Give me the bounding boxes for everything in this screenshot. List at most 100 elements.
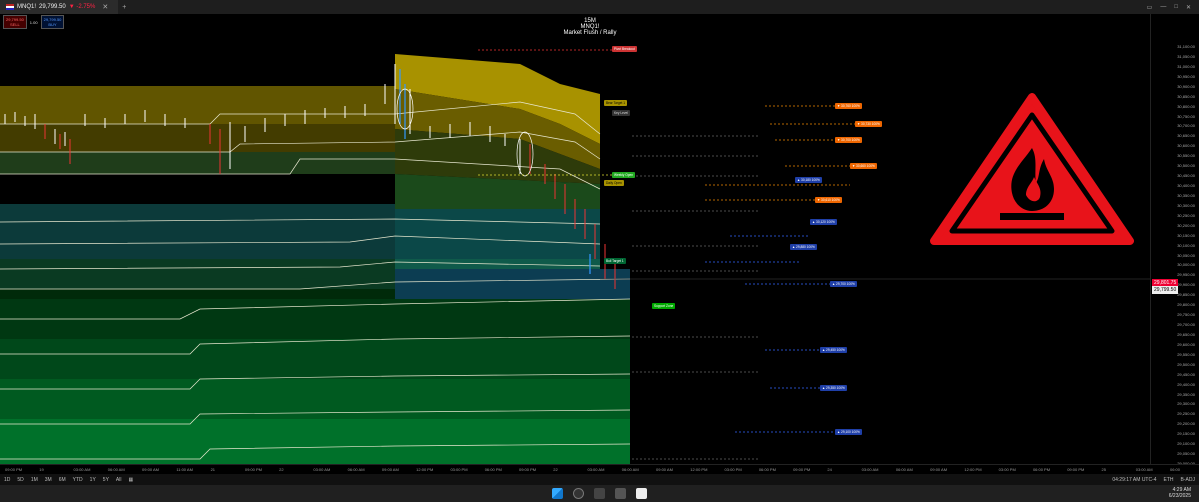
price-tick-label: 29,700.00 [1177, 322, 1195, 327]
bottom-toolbar: 1D 5D 1M 3M 6M YTD 1Y 5Y All ▦ 04:29:17 … [0, 474, 1199, 485]
chart-tab[interactable]: MNQ1! 29,799.50 ▼ -2.75% ✕ [0, 0, 119, 14]
time-tick-label: 09:00 AM [656, 467, 673, 472]
range-3m[interactable]: 3M [45, 477, 52, 483]
time-tick-label: 09:00 PM [1067, 467, 1085, 472]
time-tick-label: 09:00 PM [5, 467, 23, 472]
window-controls: ▭ — □ ✕ [1147, 4, 1199, 11]
level-label: Support Zone [652, 303, 676, 309]
time-tick-label: 09:00 AM [381, 467, 399, 472]
price-tick-label: 30,200.00 [1177, 222, 1195, 228]
price-scale[interactable]: 31,100.00 31,050.00 31,000.00 30,950.00 30,9… [1150, 14, 1199, 466]
price-tick-label: 29,550.00 [1177, 351, 1195, 357]
price-tick-label: 29,950.00 [1177, 272, 1195, 278]
price-tick-label: 29,600.00 [1177, 341, 1195, 347]
maximize-icon[interactable]: □ [1174, 4, 1178, 11]
calendar-icon[interactable]: ▦ [128, 477, 133, 483]
price-tick-label: 30,700.00 [1177, 123, 1195, 129]
time-tick-label: 19 [39, 467, 44, 472]
time-tick-label: 03:00 PM [450, 467, 468, 472]
sell-label: SELL [10, 22, 20, 27]
system-clock[interactable]: 4:29 AM 6/23/2025 [1169, 487, 1191, 499]
task-view-icon[interactable] [594, 488, 605, 499]
time-tick-label: 21 [210, 467, 216, 472]
tradingview-app-icon[interactable] [636, 488, 647, 499]
time-tick-label: 06:00 PM [484, 467, 502, 472]
level-label: Weekly Open [612, 172, 636, 178]
range-5y[interactable]: 5Y [103, 477, 109, 483]
price-tick-label: 29,500.00 [1177, 361, 1195, 367]
target-label: ▼ 30,700 100% [835, 137, 862, 143]
range-ytd[interactable]: YTD [73, 477, 83, 483]
time-tick-label: 06:00 [1170, 467, 1181, 472]
price-tick-label: 30,800.00 [1177, 103, 1195, 109]
os-taskbar: 4:29 AM 6/23/2025 [0, 485, 1199, 502]
windows-start-icon[interactable] [552, 488, 563, 499]
minimize-icon[interactable]: — [1160, 4, 1166, 11]
price-tick-label: 29,200.00 [1177, 421, 1195, 427]
target-label: ▲ 30,120 100% [810, 219, 837, 225]
time-tick-label: 03:00 AM [861, 467, 879, 472]
price-tick-label: 29,850.00 [1177, 292, 1195, 298]
time-tick-label: 03:00 AM [73, 467, 91, 472]
price-tick-label: 30,400.00 [1177, 183, 1195, 188]
price-tick-label: 31,000.00 [1177, 63, 1195, 69]
time-tick-label: 03:00 PM [998, 467, 1016, 472]
time-tick-label: 06:00 PM [1032, 467, 1051, 472]
buy-button[interactable]: 29,799.50 BUY [40, 15, 65, 29]
time-tick-label: 03:00 AM [1135, 467, 1153, 472]
price-tick-label: 29,350.00 [1177, 391, 1195, 397]
price-tick-label: 29,650.00 [1177, 331, 1195, 337]
target-label: ▼ 30,760 100% [835, 103, 862, 109]
app-icon[interactable] [615, 488, 626, 499]
new-tab-icon[interactable]: + [118, 4, 130, 11]
range-1d[interactable]: 1D [4, 477, 10, 483]
time-tick-label: 24 [827, 467, 832, 472]
time-tick-label: 06:00 AM [347, 467, 365, 472]
price-tick-label: 31,100.00 [1177, 44, 1195, 49]
tab-close-icon[interactable]: ✕ [98, 3, 112, 11]
flag-icon [6, 4, 14, 10]
sell-button[interactable]: 29,799.50 SELL [3, 15, 27, 29]
price-tick-label: 30,300.00 [1177, 202, 1195, 208]
time-tick-label: 06:00 AM [621, 467, 639, 472]
target-label: ▲ 29,700 100% [830, 281, 857, 287]
level-label: Bear Target 1 [604, 100, 628, 106]
timezone-clock[interactable]: 04:29:17 AM UTC-4 [1112, 477, 1156, 483]
range-6m[interactable]: 6M [59, 477, 66, 483]
time-tick-label: 09:00 PM [244, 467, 262, 472]
price-tick-label: 29,050.00 [1177, 451, 1195, 457]
time-tick-label: 22 [553, 467, 558, 472]
price-tick-label: 29,400.00 [1177, 381, 1195, 387]
time-tick-label: 09:00 AM [142, 467, 159, 472]
range-1m[interactable]: 1M [31, 477, 38, 483]
target-label: ▲ 29,880 100% [790, 244, 817, 250]
price-tick-label: 30,250.00 [1177, 212, 1195, 218]
target-label: ▲ 29,450 100% [820, 347, 847, 353]
time-tick-label: 09:00 AM [930, 467, 948, 472]
session-toggle[interactable]: ETH [1164, 477, 1174, 483]
range-all[interactable]: All [116, 477, 122, 483]
time-scale[interactable]: 09:00 PM 19 03:00 AM 06:00 AM 09:00 AM 11:00 … [0, 464, 1199, 474]
level-label: Bull Target 1 [604, 258, 626, 264]
target-label: ▼ 30,610 100% [815, 197, 842, 203]
price-tick-label: 30,100.00 [1177, 242, 1195, 248]
close-icon[interactable]: ✕ [1186, 4, 1191, 11]
search-icon[interactable] [573, 488, 584, 499]
price-tick-label: 30,000.00 [1177, 262, 1195, 268]
target-label: ▼ 30,660 100% [850, 163, 877, 169]
time-tick-label: 12:00 PM [964, 467, 982, 472]
range-1y[interactable]: 1Y [90, 477, 96, 483]
price-tick-label: 31,050.00 [1177, 53, 1195, 59]
browser-tab-bar: MNQ1! 29,799.50 ▼ -2.75% ✕ + ▭ — □ ✕ [0, 0, 1199, 14]
price-tick-label: 29,250.00 [1177, 411, 1195, 417]
time-tick-label: 22 [279, 467, 284, 472]
window-icon[interactable]: ▭ [1147, 4, 1153, 11]
adjustment-toggle[interactable]: B-ADJ [1181, 477, 1195, 483]
time-tick-label: 06:00 AM [107, 467, 125, 472]
tradingview-window: MNQ1! 29,799.50 ▼ -2.75% ✕ + ▭ — □ ✕ 29,… [0, 0, 1199, 502]
time-tick-label: 12:00 PM [416, 467, 434, 472]
price-tick-label: 30,950.00 [1177, 73, 1195, 79]
price-tick-label: 30,150.00 [1177, 232, 1195, 238]
chart-subtitle: Market Flush / Rally [563, 30, 617, 36]
range-5d[interactable]: 5D [17, 477, 23, 483]
